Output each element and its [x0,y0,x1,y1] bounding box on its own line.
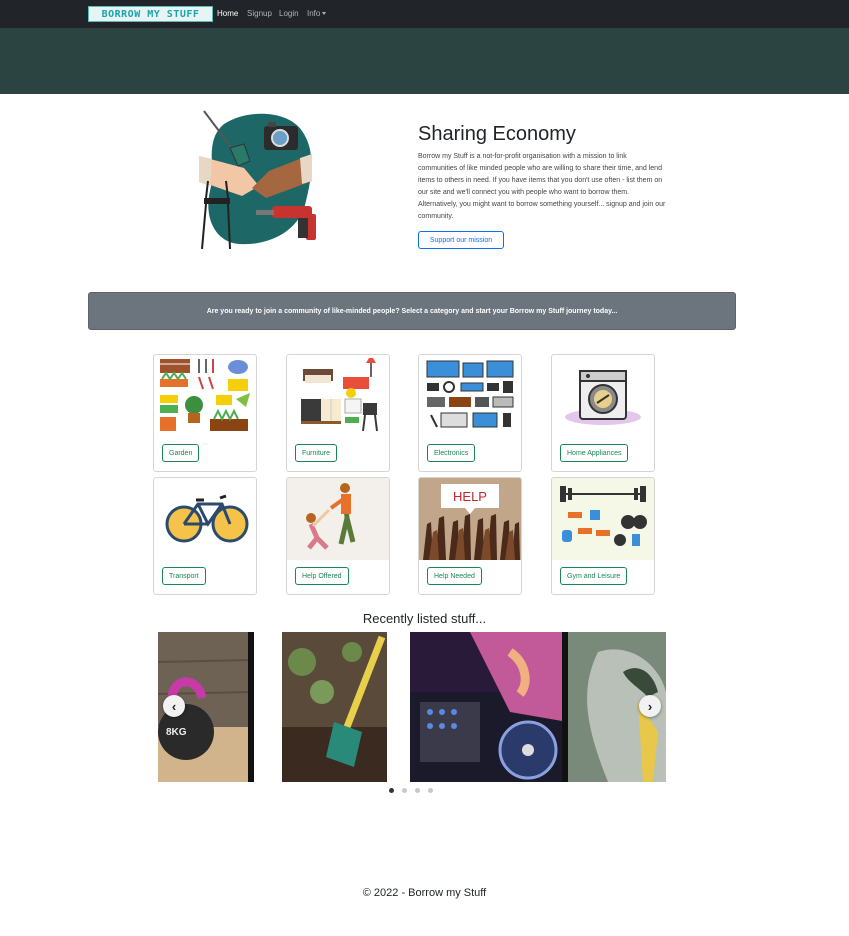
category-card-electronics: Electronics [418,354,522,472]
gym-equipment-image [552,478,654,560]
kettlebell-weight-label: 8KG [166,727,187,738]
hero-handshake-illustration [199,110,316,250]
carousel-dot-1[interactable] [389,788,394,793]
hero-description: Borrow my Stuff is a not-for-profit orga… [418,153,666,220]
category-card-help-needed: HELP Help Needed [418,477,522,595]
footer-copyright: © 2022 - Borrow my Stuff [362,887,487,899]
hero-title: Sharing Economy [418,123,576,145]
category-button-furniture[interactable]: Furniture [295,444,338,462]
slide-shovel[interactable] [282,632,387,782]
nav-link-home[interactable]: Home [217,9,238,18]
recently-listed-title: Recently listed stuff... [362,611,487,626]
carousel-dot-2[interactable] [402,788,407,793]
carousel-dot-4[interactable] [428,788,433,793]
category-button-help-offered[interactable]: Help Offered [295,567,349,585]
category-card-help-offered: Help Offered [286,477,390,595]
electronics-image [426,360,514,428]
brand-logo-text: BORROW MY STUFF [101,8,200,20]
navbar: BORROW MY STUFF Home Signup Login Info [0,0,849,28]
furniture-image [301,358,378,432]
category-card-transport: Transport [153,477,257,595]
recent-items-carousel[interactable]: 8KG [158,632,666,782]
category-button-gym-and-leisure[interactable]: Gym and Leisure [560,567,628,585]
category-card-gym-and-leisure: Gym and Leisure [551,477,655,595]
bicycle-image [165,494,249,543]
chevron-right-icon: › [647,698,653,714]
garden-tools-image [160,359,250,431]
category-button-home-appliances[interactable]: Home Appliances [560,444,629,462]
category-card-garden: Garden [153,354,257,472]
carousel-dot-3[interactable] [415,788,420,793]
nav-link-signup[interactable]: Signup [247,9,272,18]
header-banner [0,28,849,94]
caret-down-icon [322,12,327,16]
help-sign-text: HELP [453,488,487,504]
category-card-furniture: Furniture [286,354,390,472]
chevron-left-icon: ‹ [171,698,177,714]
category-button-transport[interactable]: Transport [162,567,206,585]
carousel-indicators [389,788,433,793]
carousel-next-button[interactable]: › [639,695,661,717]
category-button-garden[interactable]: Garden [162,444,200,462]
category-card-home-appliances: Home Appliances [551,354,655,472]
support-mission-button[interactable]: Support our mission [418,231,504,249]
slide-dj-controller[interactable] [410,632,568,782]
cta-alert: Are you ready to join a community of lik… [88,292,736,330]
nav-link-login[interactable]: Login [279,9,299,18]
nav-dropdown-info[interactable]: Info [307,9,327,18]
carousel-prev-button[interactable]: ‹ [163,695,185,717]
nav-dropdown-info-label: Info [307,9,321,18]
help-offered-image [287,478,389,560]
washing-machine-image [565,370,641,425]
category-button-help-needed[interactable]: Help Needed [427,567,482,585]
cta-text: Are you ready to join a community of lik… [206,307,618,315]
category-button-electronics[interactable]: Electronics [427,444,476,462]
brand-logo[interactable]: BORROW MY STUFF [88,6,213,22]
